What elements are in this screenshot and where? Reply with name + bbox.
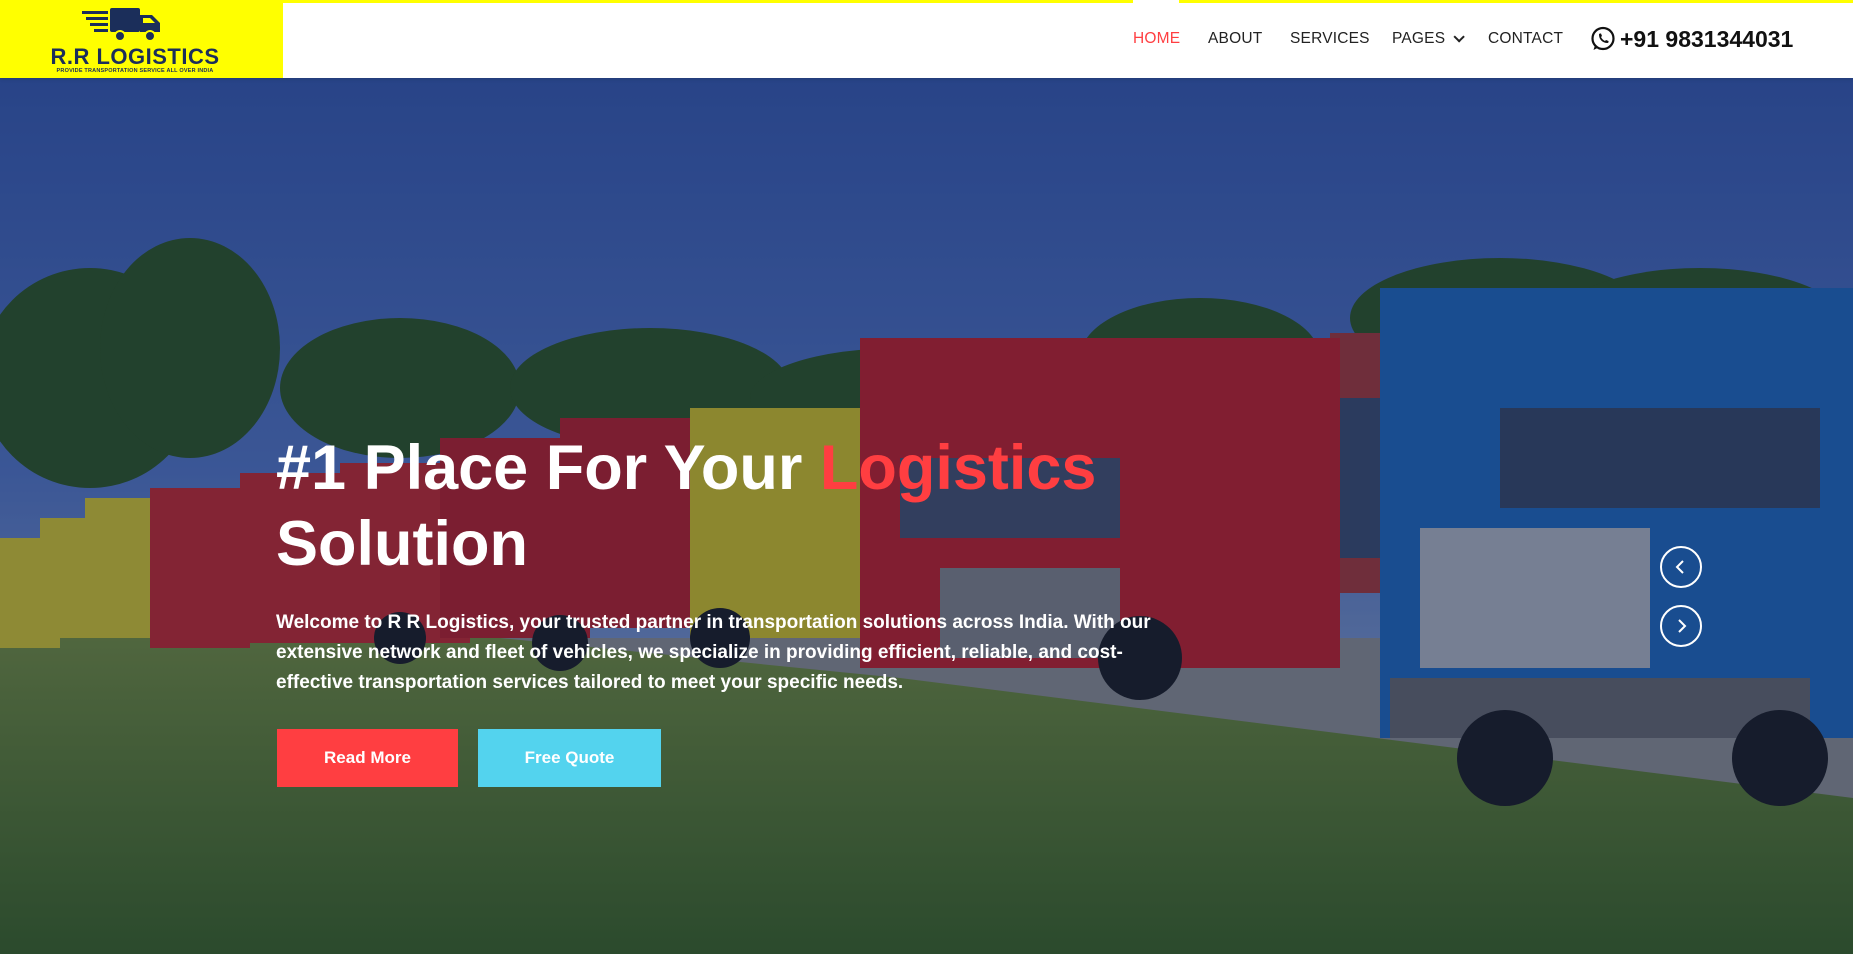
whatsapp-icon [1591,26,1615,51]
chevron-right-icon [1678,619,1687,633]
chevron-left-icon [1675,560,1684,574]
nav-pages-dropdown[interactable]: PAGES [1392,30,1466,48]
phone-number: +91 9831344031 [1620,25,1794,52]
navbar: R.R LOGISTICS PROVIDE TRANSPORTATION SER… [0,0,1853,78]
read-more-button[interactable]: Read More [277,729,458,787]
hero-title: #1 Place For Your Logistics Solution [276,430,1176,582]
phone-contact[interactable]: +91 9831344031 [1590,24,1793,54]
hero-title-part1: #1 Place For Your [276,433,820,503]
hero-carousel: #1 Place For Your Logistics Solution Welc… [0,78,1853,954]
hero-title-part2: Solution [276,509,528,579]
nav-contact[interactable]: CONTACT [1488,30,1563,48]
carousel-next-button[interactable] [1660,605,1702,647]
hero-description: Welcome to R R Logistics, your trusted p… [276,612,1151,693]
carousel-prev-button[interactable] [1660,546,1702,588]
nav-contact-label: CONTACT [1488,30,1564,47]
nav-home-label: HOME [1133,30,1181,47]
main-menu: HOME ABOUT SERVICES PAGES CONTACT +91 98… [0,0,1853,78]
chevron-down-icon [1453,31,1466,43]
nav-home[interactable]: HOME [1133,30,1180,48]
nav-services-label: SERVICES [1290,30,1370,47]
nav-about-label: ABOUT [1208,30,1263,47]
nav-about[interactable]: ABOUT [1208,30,1262,48]
hero-title-accent: Logistics [819,433,1097,503]
nav-pages-label: PAGES [1392,30,1446,47]
nav-services[interactable]: SERVICES [1290,30,1370,48]
free-quote-button[interactable]: Free Quote [478,729,661,787]
